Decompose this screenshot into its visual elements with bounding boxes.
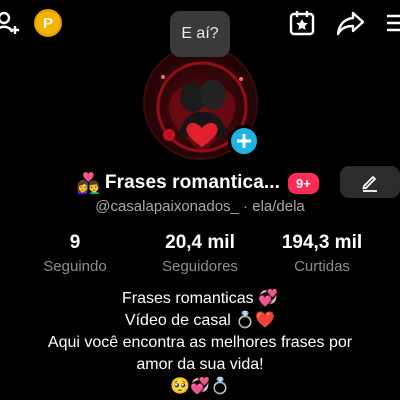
- bio: Frases romanticas 💞 Vídeo de casal 💍❤️ A…: [0, 288, 400, 398]
- share-icon[interactable]: [336, 8, 366, 38]
- stat-followers[interactable]: 20,4 mil Seguidores: [145, 232, 255, 275]
- add-story-button[interactable]: [228, 125, 260, 157]
- bio-line: Vídeo de casal 💍❤️: [124, 312, 276, 329]
- couple-emoji: 👩‍❤️‍👨: [76, 172, 101, 195]
- coin-icon[interactable]: P: [34, 9, 62, 37]
- stat-label: Curtidas: [294, 258, 350, 275]
- pencil-icon: [362, 176, 377, 192]
- display-name: Frases romantica...: [104, 172, 280, 193]
- add-friend-icon[interactable]: [0, 8, 24, 38]
- stat-label: Seguidores: [162, 258, 238, 275]
- stat-likes[interactable]: 194,3 mil Curtidas: [267, 232, 377, 275]
- stat-value: 194,3 mil: [281, 232, 363, 253]
- speech-bubble-text: E aí?: [181, 25, 219, 42]
- coin-label: P: [42, 14, 53, 32]
- edit-profile-button[interactable]: [340, 166, 400, 198]
- bio-line: amor da sua vida!: [136, 356, 264, 373]
- stat-label: Seguindo: [43, 258, 107, 275]
- stat-value: 9: [69, 232, 81, 253]
- plus-icon: [237, 134, 251, 148]
- calendar-star-icon[interactable]: [287, 8, 317, 38]
- bio-line: Frases romanticas 💞: [122, 290, 278, 307]
- bio-line: Aqui você encontra as melhores frases po…: [47, 334, 353, 351]
- stat-following[interactable]: 9 Seguindo: [20, 232, 130, 275]
- speech-bubble[interactable]: E aí?: [170, 11, 230, 57]
- handle: @casalapaixonados_ · ela/dela: [95, 198, 305, 215]
- stat-value: 20,4 mil: [165, 232, 235, 253]
- notification-badge[interactable]: 9+: [288, 172, 319, 194]
- bio-line: 🥺💞💍: [170, 378, 230, 395]
- menu-icon[interactable]: [380, 8, 400, 38]
- name-row: 👩‍❤️‍👨 Frases romantica... 9+: [76, 168, 319, 198]
